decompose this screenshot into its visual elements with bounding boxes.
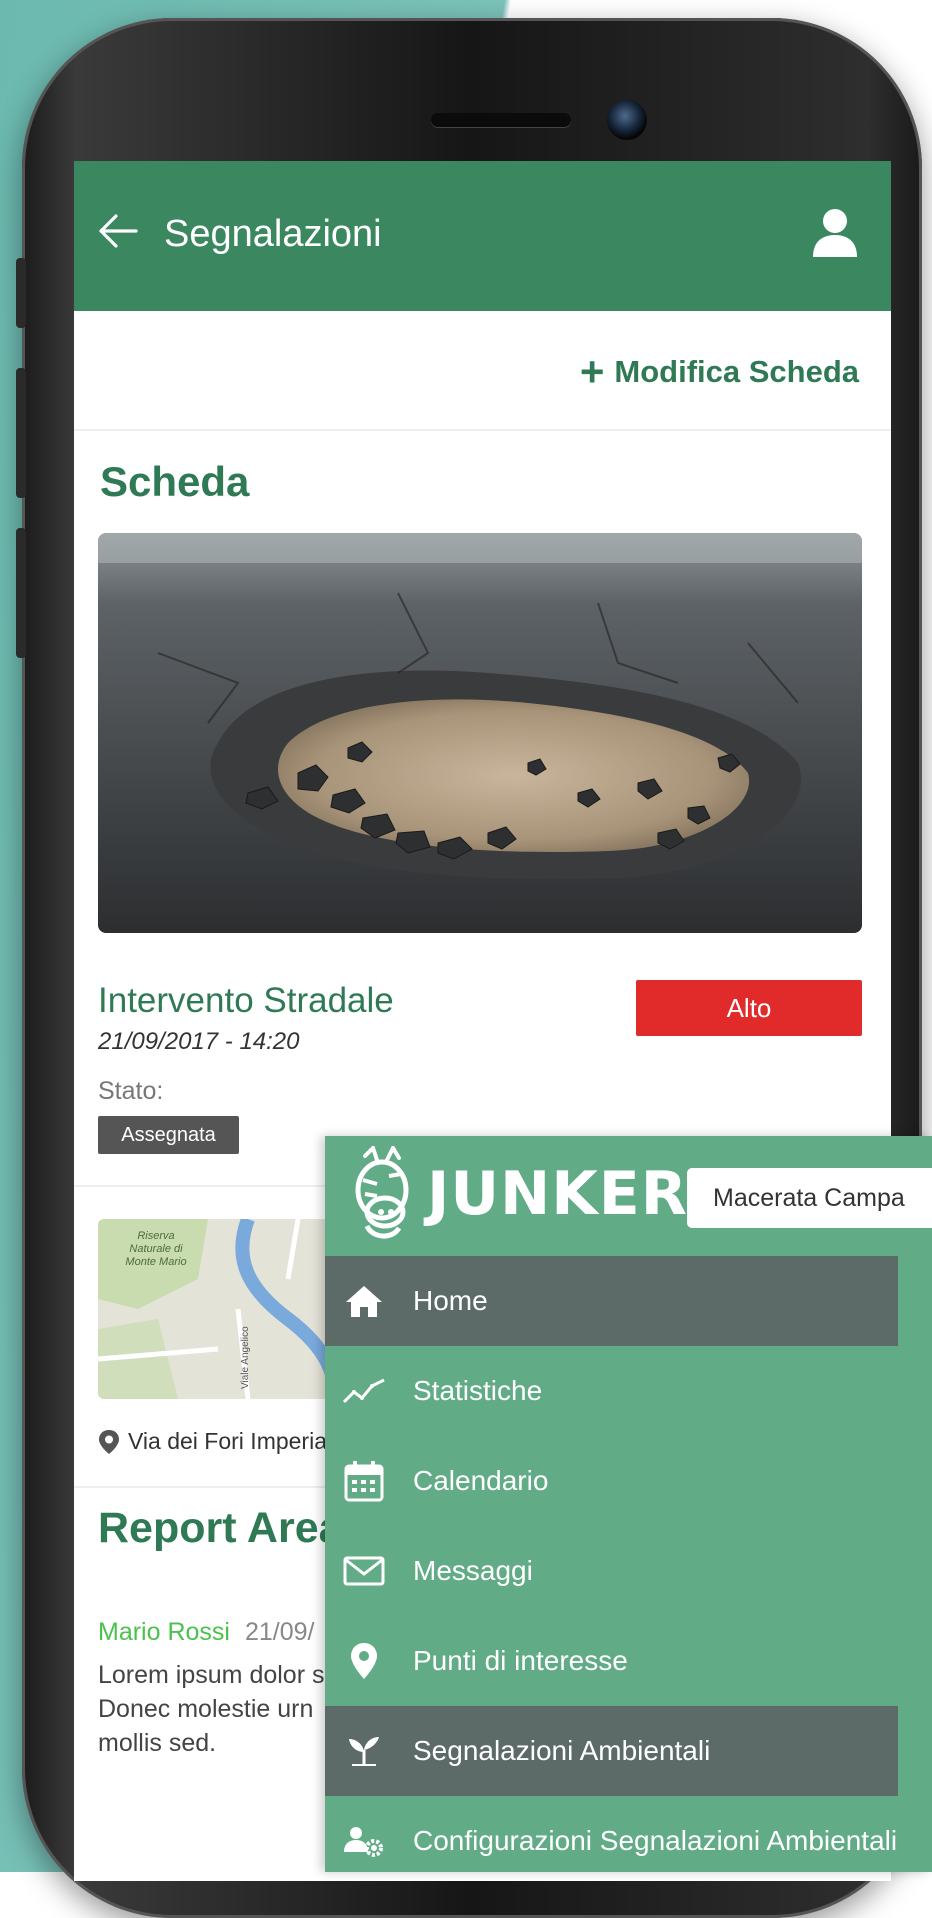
chart-line-icon [339,1366,389,1416]
side-menu: JUNKER Macerata Campa Home Statistiche C… [325,1136,932,1872]
comment-header: Mario Rossi 21/09/ [98,1618,314,1647]
menu-item-label: Statistiche [413,1375,543,1406]
comment-date: 21/09/ [244,1618,315,1646]
arrow-left-icon[interactable] [96,211,140,251]
map-label: Viale Angelico [240,1326,251,1389]
address: Via dei Fori Imperia [98,1428,327,1455]
menu-item-home[interactable]: Home [325,1256,898,1346]
section-title-report-area: Report Area [98,1504,343,1552]
modifica-scheda-button[interactable]: + Modifica Scheda [580,351,859,393]
menu-item-segnalazioni-ambientali[interactable]: Segnalazioni Ambientali [325,1706,898,1796]
menu-item-label: Home [413,1285,488,1316]
phone-mute-switch [16,258,26,328]
menu-item-label: Messaggi [413,1555,533,1586]
map-pin-icon [99,1429,119,1454]
location-selector[interactable]: Macerata Campa [687,1168,932,1228]
status-label: Stato: [98,1077,164,1105]
plus-icon: + [579,348,605,395]
home-icon [339,1276,389,1326]
phone-camera [607,100,647,140]
report-datetime: 21/09/2017 - 14:20 [98,1028,300,1055]
menu-header: JUNKER Macerata Campa [325,1136,932,1254]
page-title: Segnalazioni [164,213,382,255]
priority-badge: Alto [636,980,862,1036]
menu-item-label: Calendario [413,1465,549,1496]
modifica-scheda-label: Modifica Scheda [614,354,859,389]
divider [74,429,891,431]
envelope-icon [339,1546,389,1596]
menu-item-punti-di-interesse[interactable]: Punti di interesse [325,1616,898,1706]
map-pin-icon [339,1636,389,1686]
menu-item-label: Configurazioni Segnalazioni Ambientali [413,1825,898,1856]
phone-volume-up [16,368,26,498]
zebra-mascot-icon [355,1146,409,1239]
app-bar: Segnalazioni [74,161,891,311]
status-badge: Assegnata [98,1116,239,1154]
menu-item-configurazioni-segnalazioni-ambientali[interactable]: Configurazioni Segnalazioni Ambientali [325,1796,898,1872]
address-text: Via dei Fori Imperia [128,1428,327,1454]
report-photo[interactable] [98,533,862,933]
menu-item-messaggi[interactable]: Messaggi [325,1526,898,1616]
menu-item-statistiche[interactable]: Statistiche [325,1346,898,1436]
section-title-scheda: Scheda [100,458,250,505]
menu-item-label: Punti di interesse [413,1645,628,1676]
user-icon[interactable] [810,207,860,259]
report-type: Intervento Stradale [98,981,394,1020]
menu-item-label: Segnalazioni Ambientali [413,1735,711,1766]
menu-item-calendario[interactable]: Calendario [325,1436,898,1526]
users-gear-icon [339,1816,389,1866]
map-label: Naturale di [129,1243,183,1255]
brand-logo[interactable]: JUNKER [347,1146,688,1242]
map-label: Riserva [137,1230,174,1242]
phone-speaker [431,113,571,127]
calendar-icon [339,1456,389,1506]
brand-name: JUNKER [427,1159,688,1229]
map-label: Monte Mario [125,1256,186,1268]
sprout-icon [339,1726,389,1776]
comment-author[interactable]: Mario Rossi [98,1618,230,1646]
phone-volume-down [16,528,26,658]
